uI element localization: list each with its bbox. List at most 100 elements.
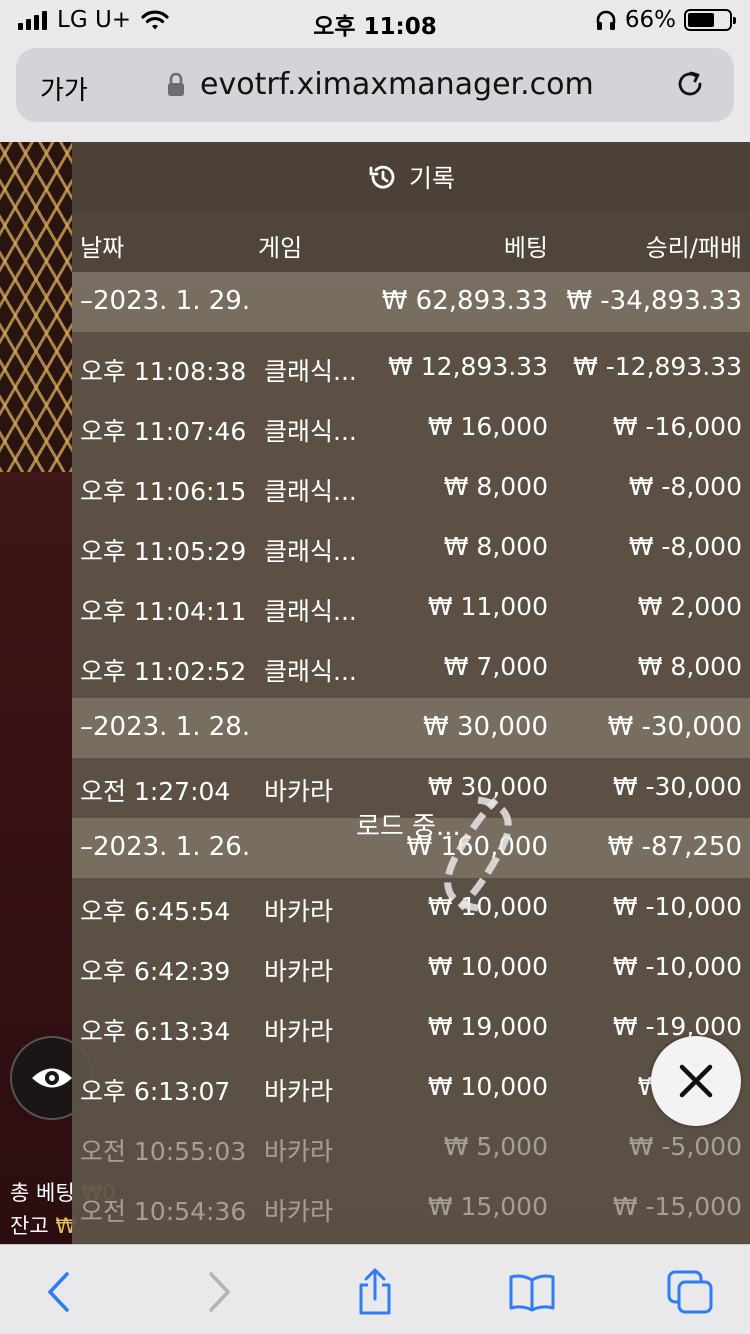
eye-icon — [32, 1068, 72, 1088]
row-date: 오전 10:55:03 — [80, 1137, 247, 1166]
col-bet: 베팅 — [503, 234, 548, 262]
row-win: ₩ -10,000 — [612, 892, 742, 921]
row-game: 클래식... — [264, 477, 357, 506]
history-row[interactable]: 오후 6:13:07바카라₩ 10,000₩ 9,500 — [72, 1058, 750, 1118]
row-game: 클래식... — [264, 657, 357, 686]
headphones-icon — [596, 10, 616, 30]
row-bet: ₩ 12,893.33 — [388, 352, 548, 381]
history-icon — [369, 165, 395, 189]
row-game: 클래식... — [264, 597, 357, 626]
history-row[interactable]: 오후 11:08:38 클래식... ₩ 12,893.33 ₩ -12,893.33 — [72, 332, 750, 398]
battery-percent: 66% — [624, 7, 676, 33]
history-row[interactable]: 오전 10:55:03 바카라 ₩ 5,000 ₩ -5,000 — [72, 1118, 750, 1178]
row-win: ₩ -30,000 — [607, 712, 742, 742]
row-date: 오후 6:42:39 — [80, 957, 231, 986]
row-bet: ₩ 19,000 — [427, 1012, 548, 1041]
row-win: ₩ -30,000 — [612, 772, 742, 801]
share-button[interactable] — [350, 1267, 400, 1317]
row-date: –2023. 1. 29. — [80, 286, 251, 316]
back-button[interactable] — [33, 1267, 83, 1317]
history-panel: 기록 날짜 게임 베팅 승리/패배 –2023. 1. 29. ₩ 62,893.… — [72, 142, 750, 1244]
row-game: 바카라 — [264, 897, 334, 926]
bookmarks-button[interactable] — [507, 1267, 557, 1317]
history-row[interactable]: 오후 11:07:46 클래식... ₩ 16,000 ₩ -16,000 — [72, 398, 750, 458]
history-row[interactable]: 오후 11:05:29 클래식... ₩ 8,000 ₩ -8,000 — [72, 518, 750, 578]
row-game: 클래식... — [264, 417, 357, 446]
row-bet: ₩ 62,893.33 — [381, 286, 548, 316]
row-win: ₩ -19,000 — [612, 1012, 742, 1041]
row-game: 클래식... — [264, 537, 357, 566]
row-date: 오후 6:13:34 — [80, 1017, 231, 1046]
row-date: 오전 10:54:36 — [80, 1197, 247, 1226]
history-row[interactable]: 오후 11:06:15 클래식... ₩ 8,000 ₩ -8,000 — [72, 458, 750, 518]
row-game: 바카라 — [264, 1197, 334, 1226]
battery-icon — [684, 9, 736, 31]
row-win: ₩ -15,000 — [612, 1192, 742, 1221]
column-header-row: 날짜 게임 베팅 승리/패배 — [72, 212, 750, 272]
row-win: ₩ -87,250 — [607, 832, 742, 862]
row-bet: ₩ 8,000 — [443, 472, 548, 501]
text-size-button[interactable]: 가가 — [40, 70, 88, 107]
row-win: ₩ -16,000 — [612, 412, 742, 441]
date-group-row: –2023. 1. 28. ₩ 30,000 ₩ -30,000 — [72, 698, 750, 758]
row-date: 오후 11:06:15 — [80, 477, 247, 506]
row-date: 오후 11:04:11 — [80, 597, 247, 626]
row-bet: ₩ 8,000 — [443, 532, 548, 561]
row-bet: ₩ 16,000 — [427, 412, 548, 441]
row-game: 바카라 — [264, 957, 334, 986]
row-win: ₩ -5,000 — [628, 1132, 742, 1161]
lock-icon — [168, 72, 184, 96]
row-date: 오전 1:27:04 — [80, 777, 231, 806]
row-bet: ₩ 7,000 — [443, 652, 548, 681]
row-date: 오후 6:13:07 — [80, 1077, 231, 1106]
row-game: 바카라 — [264, 1017, 334, 1046]
loading-text: 로드 중... — [356, 812, 461, 842]
reload-icon[interactable] — [672, 66, 708, 102]
row-date: –2023. 1. 26. — [80, 832, 251, 862]
row-win: ₩ 2,000 — [637, 592, 742, 621]
chevron-left-icon — [48, 1272, 69, 1312]
row-game: 클래식... — [264, 357, 357, 386]
date-group-row: –2023. 1. 29. ₩ 62,893.33 ₩ -34,893.33 — [72, 272, 750, 332]
tabs-button[interactable] — [665, 1267, 715, 1317]
close-icon — [679, 1064, 713, 1098]
history-list: –2023. 1. 29. ₩ 62,893.33 ₩ -34,893.33 오후 1… — [72, 272, 750, 1238]
row-date: –2023. 1. 28. — [80, 712, 251, 742]
history-row[interactable]: 오후 6:42:39 바카라 ₩ 10,000 ₩ -10,000 — [72, 938, 750, 998]
col-win: 승리/패배 — [645, 234, 742, 262]
row-bet: ₩ 10,000 — [427, 952, 548, 981]
browser-address-area: 가가 evotrf.ximaxmanager.com — [0, 40, 750, 142]
history-row[interactable]: 오후 6:45:54 바카라 ₩ 10,000 ₩ -10,000 — [72, 878, 750, 938]
row-date: 오후 11:08:38 — [80, 357, 247, 386]
tabs-icon — [667, 1270, 713, 1314]
row-date: 오후 11:05:29 — [80, 537, 247, 566]
row-date: 오후 11:02:52 — [80, 657, 247, 686]
history-title: 기록 — [408, 164, 455, 193]
row-bet: ₩ 30,000 — [423, 712, 548, 742]
close-button[interactable] — [651, 1036, 741, 1126]
row-game: 바카라 — [264, 1137, 334, 1166]
book-icon — [509, 1274, 555, 1312]
col-game: 게임 — [258, 234, 303, 262]
row-win: ₩ -12,893.33 — [573, 352, 742, 381]
row-date: 오후 6:45:54 — [80, 897, 231, 926]
total-bet-label: 총 베팅 — [10, 1181, 75, 1205]
row-bet: ₩ 10,000 — [427, 1072, 548, 1101]
balance-label: 잔고 — [10, 1214, 49, 1238]
url-text: evotrf.ximaxmanager.com — [200, 67, 594, 102]
forward-button[interactable] — [195, 1267, 245, 1317]
row-win: ₩ -8,000 — [628, 472, 742, 501]
row-game: 바카라 — [264, 777, 334, 806]
row-win: ₩ -8,000 — [628, 532, 742, 561]
url-display[interactable]: evotrf.ximaxmanager.com — [166, 67, 594, 102]
address-bar[interactable]: 가가 evotrf.ximaxmanager.com — [16, 48, 734, 122]
balance-line: 잔고 ₩ — [10, 1210, 76, 1240]
status-bar: LG U+ 오후 11:08 66% — [0, 0, 750, 40]
history-row[interactable]: 오후 11:04:11 클래식... ₩ 11,000 ₩ 2,000 — [72, 578, 750, 638]
history-row[interactable]: 오후 11:02:52 클래식... ₩ 7,000 ₩ 8,000 — [72, 638, 750, 698]
history-row[interactable]: 오전 10:54:36 바카라 ₩ 15,000 ₩ -15,000 — [72, 1178, 750, 1238]
chevron-right-icon — [209, 1272, 230, 1312]
row-date: 오후 11:07:46 — [80, 417, 247, 446]
history-row[interactable]: 오후 6:13:34 바카라 ₩ 19,000 ₩ -19,000 — [72, 998, 750, 1058]
history-header: 기록 — [72, 142, 750, 212]
